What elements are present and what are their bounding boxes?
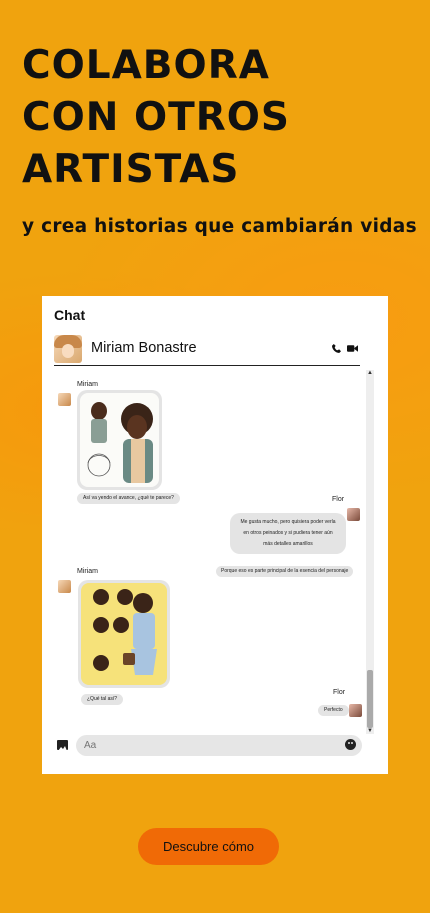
image-message[interactable] [77,390,162,490]
chat-title: Chat [54,307,86,323]
image-icon[interactable] [57,740,68,751]
image-message[interactable] [78,580,170,688]
message-bubble: Me gusta mucho, pero quisiera poder verl… [230,513,346,554]
hero-title-line: ARTISTAS [22,147,240,192]
sender-name: Miriam [77,381,98,388]
hero-subtitle: y crea historias que cambiarán vidas [22,216,417,237]
avatar [58,393,71,406]
message-bubble: Así va yendo el avance, ¿qué te parece? [77,493,180,504]
character-sketch-image [87,402,153,483]
chat-header: Miriam Bonastre [54,334,360,366]
phone-icon[interactable] [332,344,341,353]
scrollbar-thumb[interactable] [367,670,373,728]
hero-title-line: COLABORA [22,43,270,88]
hero-title: COLABORA CON OTROS ARTISTAS [22,40,412,196]
avatar [58,580,71,593]
scrollbar[interactable]: ▲ ▼ [366,370,374,734]
emoji-icon[interactable] [345,739,356,750]
message-bubble: ¿Qué tal así? [81,694,124,705]
message-composer[interactable] [76,735,362,756]
contact-name[interactable]: Miriam Bonastre [91,340,197,356]
message-bubble: Porque eso es parte principal de la esen… [216,566,354,577]
video-camera-icon[interactable] [347,344,358,353]
avatar [349,704,362,717]
hero-title-line: CON OTROS [22,95,291,140]
message-bubble: Perfecto [318,705,349,716]
character-variations-image [93,589,157,675]
message-input[interactable] [84,738,334,753]
sender-name: Flor [332,496,345,503]
chat-window: Chat Miriam Bonastre Miriam Así va yendo… [42,296,388,774]
message-list[interactable]: Miriam Así va yendo el avance, ¿qué te p… [54,370,376,732]
avatar [347,508,360,521]
discover-how-button[interactable]: Descubre cómo [138,828,279,865]
sender-name: Miriam [77,568,98,575]
sender-name: Flor [333,689,346,696]
scroll-up-arrow-icon[interactable]: ▲ [367,370,373,376]
scroll-down-arrow-icon[interactable]: ▼ [367,728,373,734]
contact-avatar[interactable] [54,335,82,363]
